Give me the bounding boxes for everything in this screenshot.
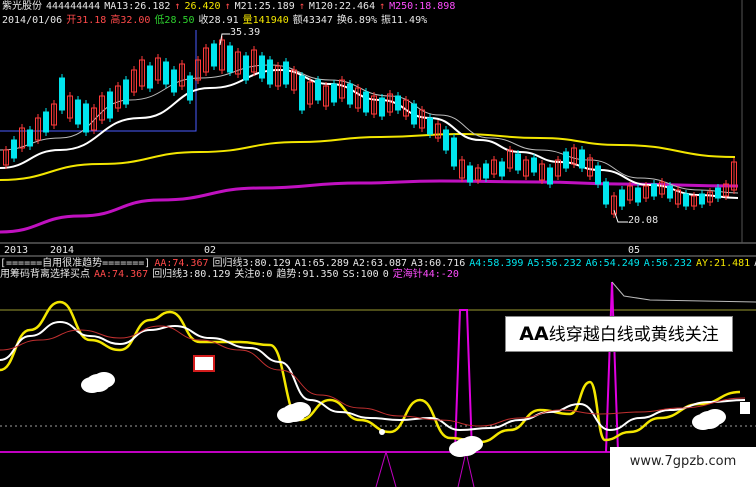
cloud-marker-4 [697, 411, 721, 429]
cloud-marker-3 [454, 438, 478, 456]
callout-bold: AA [519, 323, 549, 345]
indicator-chart[interactable] [0, 0, 756, 487]
cloud-marker-1 [86, 374, 110, 392]
annotation-callout: AA线穿越白线或黄线关注 [505, 316, 733, 352]
dot-marker [379, 429, 385, 435]
spike-2 [605, 281, 619, 453]
highlight-box [193, 355, 215, 372]
cloud-marker-2 [282, 404, 306, 422]
spike-3 [375, 450, 397, 487]
site-watermark: www.7gpzb.com [610, 447, 756, 487]
edge-marker [740, 402, 750, 414]
callout-text: 线穿越白线或黄线关注 [548, 325, 719, 345]
spike-4 [457, 451, 475, 487]
decay-line [611, 281, 756, 303]
